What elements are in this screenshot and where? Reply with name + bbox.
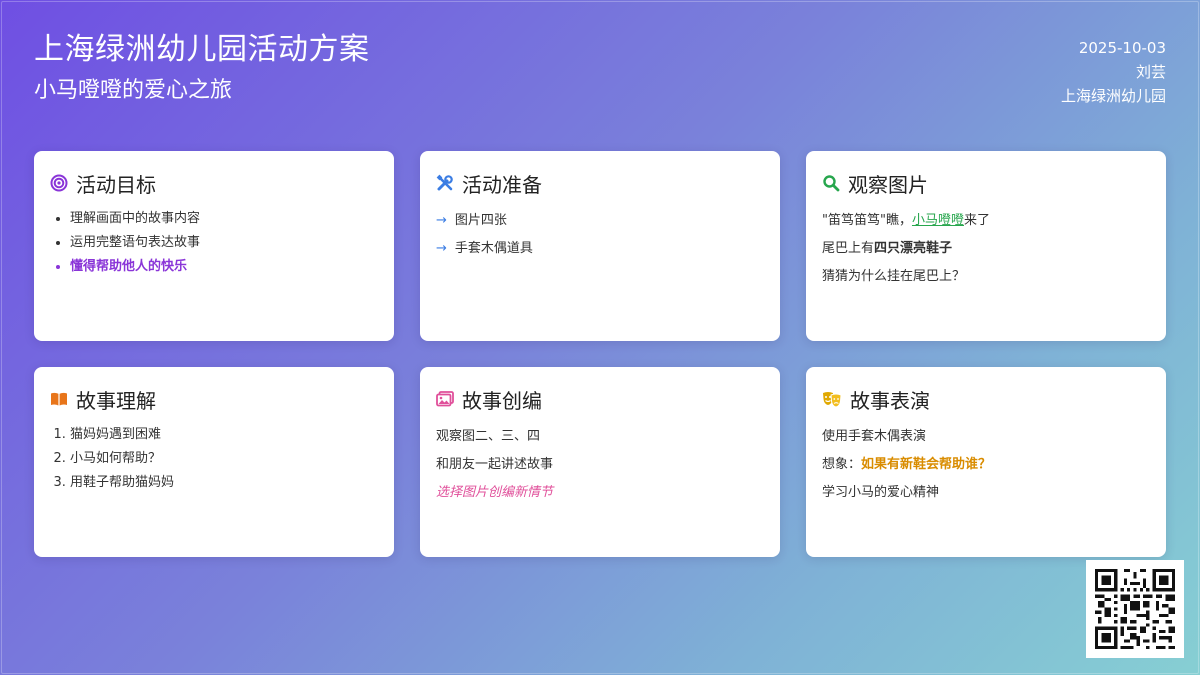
observe-line-3: 猜猜为什么挂在尾巴上？ (822, 269, 966, 284)
arrow-right-icon: → (436, 213, 447, 228)
card-title: 观察图片 (848, 172, 928, 197)
list-item-label: 手套木偶道具 (454, 241, 533, 256)
page-subtitle: 小马噔噔的爱心之旅 (34, 78, 233, 103)
create-line-1: 观察图二、三、四 (436, 429, 541, 444)
search-icon (822, 174, 840, 192)
list-item: 理解画面中的故事内容 (70, 207, 378, 231)
card-prep: 活动准备 → 图片四张 → 手套木偶道具 (420, 151, 780, 341)
image-icon (436, 390, 454, 408)
target-icon (50, 174, 68, 192)
qr-code-icon[interactable] (1086, 560, 1184, 658)
card-title: 故事理解 (76, 388, 156, 413)
list-item: 小马如何帮助？ (70, 447, 378, 471)
header-meta: 2025-10-03 刘芸 上海绿洲幼儿园 (1061, 36, 1166, 108)
list-item: → 手套木偶道具 (436, 235, 764, 263)
arrow-right-icon: → (436, 241, 447, 256)
header: 上海绿洲幼儿园活动方案 小马噔噔的爱心之旅 (34, 30, 370, 106)
card-title: 活动准备 (462, 172, 542, 197)
observe-line-2: 尾巴上有四只漂亮鞋子 (822, 241, 953, 256)
observe-line-1: "笛笃笛笃"瞧，小马噔噔来了 (822, 213, 990, 228)
qr-code-graphic (1095, 569, 1175, 649)
card-create: 故事创编 观察图二、三、四 和朋友一起讲述故事 选择图片创编新情节 (420, 367, 780, 557)
school-label: 上海绿洲幼儿园 (1060, 87, 1166, 105)
perform-line-2: 想象：如果有新鞋会帮助谁？ (822, 457, 992, 472)
card-title: 故事创编 (462, 388, 542, 413)
card-understand: 故事理解 猫妈妈遇到困难 小马如何帮助？ 用鞋子帮助猫妈妈 (34, 367, 394, 557)
perform-line-3: 学习小马的爱心精神 (822, 485, 940, 500)
card-perform: 故事表演 使用手套木偶表演 想象：如果有新鞋会帮助谁？ 学习小马的爱心精神 (806, 367, 1166, 557)
list-item: → 图片四张 (436, 207, 764, 235)
date-label: 2025-10-03 (1078, 39, 1166, 57)
perform-line-1: 使用手套木偶表演 (822, 429, 927, 444)
list-item: 用鞋子帮助猫妈妈 (70, 471, 378, 495)
author-label: 刘芸 (1135, 63, 1166, 81)
page-title: 上海绿洲幼儿园活动方案 (34, 32, 370, 67)
card-goals: 活动目标 理解画面中的故事内容 运用完整语句表达故事 懂得帮助他人的快乐 (34, 151, 394, 341)
book-icon (50, 390, 68, 408)
create-line-2: 和朋友一起讲述故事 (436, 457, 554, 472)
card-observe: 观察图片 "笛笃笛笃"瞧，小马噔噔来了 尾巴上有四只漂亮鞋子 猜猜为什么挂在尾巴… (806, 151, 1166, 341)
tools-icon (436, 174, 454, 192)
list-item-highlight: 懂得帮助他人的快乐 (70, 255, 378, 279)
list-item: 运用完整语句表达故事 (70, 231, 378, 255)
create-line-3: 选择图片创编新情节 (436, 485, 554, 500)
list-item: 猫妈妈遇到困难 (70, 423, 378, 447)
card-title: 活动目标 (76, 172, 156, 197)
list-item-label: 图片四张 (454, 213, 507, 228)
card-title: 故事表演 (850, 388, 930, 413)
pony-link[interactable]: 小马噔噔 (912, 213, 964, 228)
theater-masks-icon (822, 390, 842, 408)
